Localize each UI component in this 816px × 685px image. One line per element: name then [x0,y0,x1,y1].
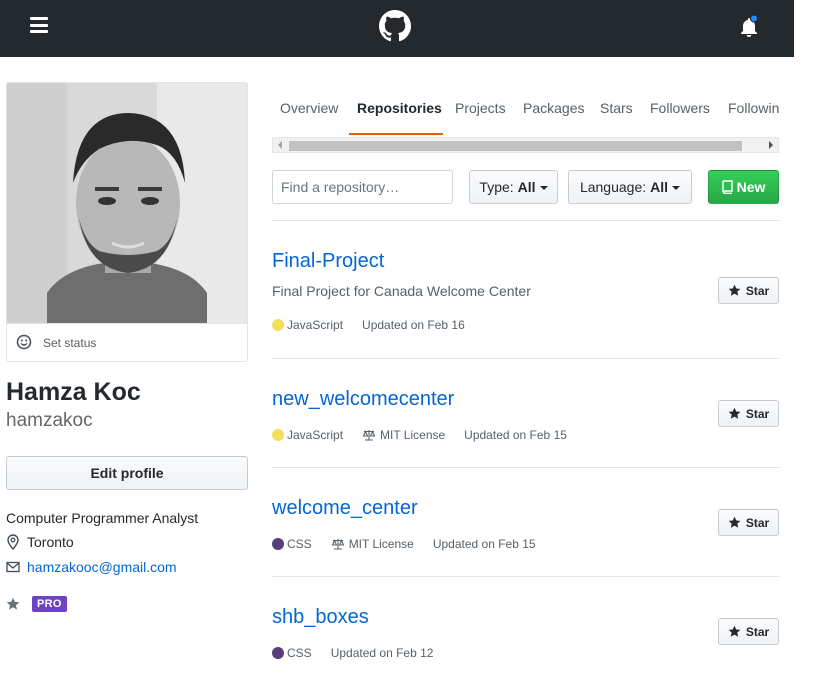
tab-repositories[interactable]: Repositories [357,100,442,116]
repo-description: Final Project for Canada Welcome Center [272,283,531,299]
profile-bio: Computer Programmer Analyst [6,510,199,526]
repo-name-link[interactable]: Final-Project [272,250,384,273]
scrollbar-thumb[interactable] [289,141,742,151]
tab-following[interactable]: Followin [728,100,779,116]
set-status-label: Set status [43,336,97,350]
star-icon [728,516,741,528]
bell-icon[interactable] [739,15,759,39]
scroll-left-arrow[interactable] [278,141,282,149]
divider [272,576,779,577]
repo-updated: Updated on Feb 12 [330,646,434,660]
profile-username: hamzakoc [6,410,93,431]
star-icon [728,407,741,419]
repo-meta: JavaScript MIT License Updated on Feb 15 [272,428,567,442]
github-octocat-icon[interactable] [379,10,411,42]
language-filter-label: Language: [579,179,647,195]
star-label: Star [745,283,770,298]
new-repository-button[interactable]: New [708,170,779,204]
license-text: MIT License [348,537,414,551]
type-filter-dropdown[interactable]: Type: All [469,170,558,204]
tab-packages[interactable]: Packages [523,100,584,116]
profile-full-name: Hamza Koc [6,378,141,406]
profile-location: Toronto [6,534,74,550]
tabs-scrollbar[interactable] [272,137,779,153]
repo-license: MIT License [362,428,445,442]
law-scale-icon [331,539,345,550]
repo-language: JavaScript [287,428,344,442]
divider [272,220,779,221]
repo-updated: Updated on Feb 15 [432,537,536,551]
repo-meta: CSS MIT License Updated on Feb 15 [272,537,536,551]
active-tab-indicator [349,133,443,135]
top-navbar [0,0,794,57]
tab-overview[interactable]: Overview [280,100,338,116]
repo-language: CSS [287,537,312,551]
divider [272,467,779,468]
repo-meta: CSS Updated on Feb 12 [272,646,433,660]
repo-language: CSS [287,646,312,660]
language-filter-dropdown[interactable]: Language: All [568,170,692,204]
caret-down-icon [539,186,548,190]
smiley-icon [16,334,32,350]
location-pin-icon [7,534,19,550]
language-color-dot [272,429,284,441]
repo-name-link[interactable]: shb_boxes [272,606,369,629]
repo-meta: JavaScript Updated on Feb 16 [272,318,465,332]
repo-updated: Updated on Feb 15 [464,428,567,442]
mail-icon [6,561,20,573]
notification-dot [750,15,758,23]
star-label: Star [745,406,770,421]
star-button[interactable]: Star [718,618,779,645]
scroll-right-arrow[interactable] [769,141,773,149]
avatar[interactable] [6,82,248,324]
find-repository-input[interactable] [272,170,453,204]
language-color-dot [272,319,284,331]
star-icon [728,284,741,296]
star-icon [728,625,741,637]
email-link[interactable]: hamzakooc@gmail.com [27,559,177,575]
repo-updated: Updated on Feb 16 [362,318,465,332]
repo-icon [721,180,733,194]
star-label: Star [745,624,770,639]
profile-tabs: Overview Repositories Projects Packages … [272,82,779,136]
caret-down-icon [672,186,681,190]
language-color-dot [272,538,284,550]
language-color-dot [272,647,284,659]
pro-badge: PRO [32,596,67,612]
star-button[interactable]: Star [718,277,779,304]
edit-profile-button[interactable]: Edit profile [6,456,248,490]
tab-followers[interactable]: Followers [650,100,710,116]
location-text: Toronto [27,534,74,550]
type-filter-value: All [517,179,536,195]
new-button-label: New [736,179,766,195]
repo-name-link[interactable]: new_welcomecenter [272,388,454,411]
repo-license: MIT License [331,537,414,551]
license-text: MIT License [380,428,446,442]
type-filter-label: Type: [479,179,514,195]
star-label: Star [745,515,770,530]
highlights: PRO [6,596,67,612]
star-icon [6,597,20,610]
divider [272,358,779,359]
star-button[interactable]: Star [718,400,779,427]
tab-stars[interactable]: Stars [600,100,633,116]
repo-name-link[interactable]: welcome_center [272,497,418,520]
hamburger-icon[interactable] [30,17,48,33]
profile-email[interactable]: hamzakooc@gmail.com [6,559,177,575]
language-filter-value: All [650,179,669,195]
tab-projects[interactable]: Projects [455,100,506,116]
repo-language: JavaScript [287,318,344,332]
law-scale-icon [362,430,376,441]
set-status-button[interactable]: Set status [6,323,248,362]
star-button[interactable]: Star [718,509,779,536]
